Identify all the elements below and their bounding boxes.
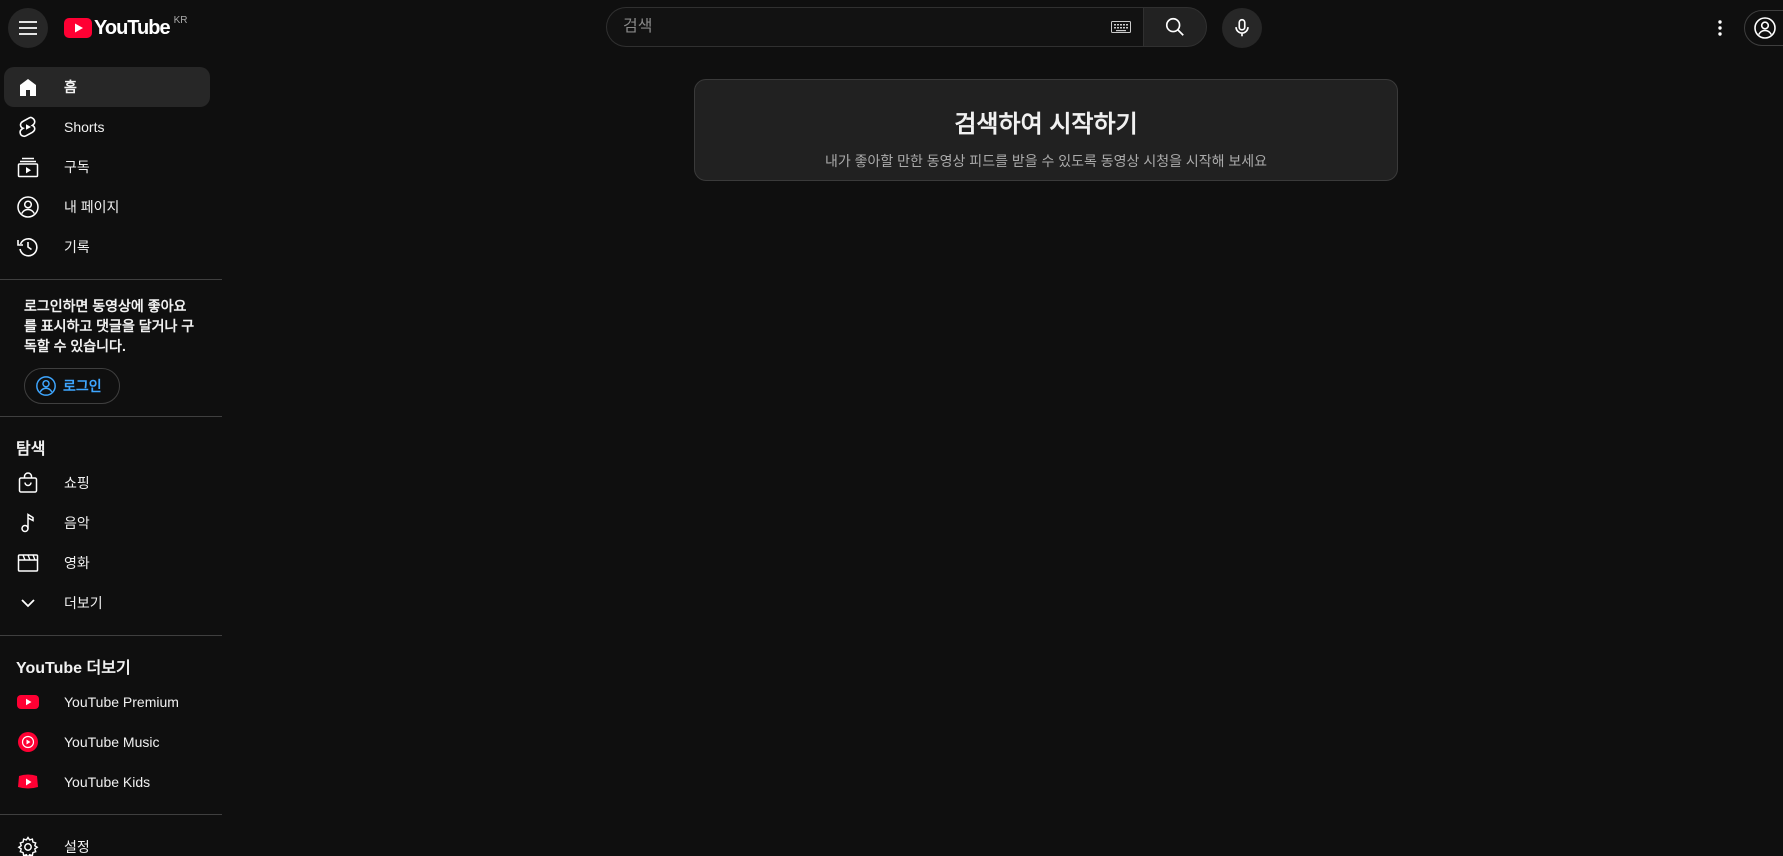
sidebar-item-label: 기록 — [64, 239, 90, 255]
sidebar-divider — [0, 635, 222, 636]
shopping-bag-icon — [16, 471, 40, 495]
youtube-play-icon — [64, 18, 92, 38]
sidebar-item-shopping[interactable]: 쇼핑 — [4, 463, 210, 503]
sidebar-divider — [0, 814, 222, 815]
sidebar-item-home[interactable]: 홈 — [4, 67, 210, 107]
account-signin-button[interactable] — [1744, 10, 1783, 46]
film-icon — [16, 551, 40, 575]
search-bar — [606, 7, 1207, 47]
sidebar-item-show-more[interactable]: 더보기 — [4, 583, 210, 623]
account-icon — [1754, 17, 1776, 39]
history-icon — [16, 235, 40, 259]
sidebar-item-label: YouTube Premium — [64, 694, 179, 710]
sidebar-item-youtube-kids[interactable]: YouTube Kids — [4, 762, 210, 802]
music-note-icon — [16, 511, 40, 535]
sidebar-item-label: 쇼핑 — [64, 475, 90, 491]
voice-search-button[interactable] — [1222, 8, 1262, 48]
subscriptions-icon — [16, 155, 40, 179]
sidebar-item-label: YouTube Kids — [64, 774, 151, 790]
sidebar-item-history[interactable]: 기록 — [4, 227, 210, 267]
sidebar-item-label: 홈 — [64, 79, 77, 95]
explore-section-title: 탐색 — [16, 441, 46, 458]
keyboard-icon[interactable] — [1111, 20, 1131, 34]
empty-feed-subtitle: 내가 좋아할 만한 동영상 피드를 받을 수 있도록 동영상 시청을 시작해 보… — [824, 153, 1268, 169]
sidebar-item-label: 내 페이지 — [64, 199, 120, 215]
sidebar-item-settings[interactable]: 설정 — [4, 827, 210, 856]
sidebar-item-my-page[interactable]: 내 페이지 — [4, 187, 210, 227]
search-input[interactable] — [623, 18, 1103, 36]
sidebar-item-movies[interactable]: 영화 — [4, 543, 210, 583]
empty-feed-title: 검색하여 시작하기 — [954, 111, 1138, 138]
sidebar-item-label: Shorts — [64, 119, 105, 135]
sidebar-item-label: 구독 — [64, 159, 90, 175]
more-from-youtube-title: YouTube 더보기 — [16, 660, 131, 677]
chevron-down-icon — [16, 591, 40, 615]
sidebar-divider — [0, 279, 222, 280]
sidebar-item-music[interactable]: 음악 — [4, 503, 210, 543]
more-vertical-icon — [1718, 20, 1722, 36]
signin-button[interactable]: 로그인 — [24, 368, 120, 404]
empty-feed-card: 검색하여 시작하기 내가 좋아할 만한 동영상 피드를 받을 수 있도록 동영상… — [694, 79, 1398, 181]
sidebar-item-label: 영화 — [64, 555, 90, 571]
gear-icon — [16, 835, 40, 856]
sidebar-item-label: YouTube Music — [64, 734, 160, 750]
sidebar-item-subscriptions[interactable]: 구독 — [4, 147, 210, 187]
main-content: 검색하여 시작하기 내가 좋아할 만한 동영상 피드를 받을 수 있도록 동영상… — [222, 56, 1783, 856]
guide-menu-button[interactable] — [8, 8, 48, 48]
microphone-icon — [1235, 18, 1249, 37]
country-code: KR — [173, 14, 188, 26]
youtube-logo[interactable]: YouTube KR — [64, 14, 188, 40]
shorts-icon — [16, 115, 40, 139]
sidebar-item-shorts[interactable]: Shorts — [4, 107, 210, 147]
search-button[interactable] — [1143, 7, 1207, 47]
hamburger-icon — [19, 21, 37, 35]
settings-menu-button[interactable] — [1700, 8, 1740, 48]
sidebar-item-youtube-premium[interactable]: YouTube Premium — [4, 682, 210, 722]
signin-prompt: 로그인하면 동영상에 좋아요를 표시하고 댓글을 달거나 구독할 수 있습니다. — [24, 298, 195, 354]
sidebar-item-label: 음악 — [64, 515, 90, 531]
sidebar-item-youtube-music[interactable]: YouTube Music — [4, 722, 210, 762]
account-icon — [35, 375, 57, 397]
sidebar-item-label: 더보기 — [64, 595, 103, 611]
top-bar: YouTube KR — [0, 0, 1783, 56]
youtube-music-icon — [16, 730, 40, 754]
sidebar-divider — [0, 416, 222, 417]
home-icon — [16, 75, 40, 99]
signin-button-label: 로그인 — [63, 378, 102, 394]
youtube-kids-icon — [16, 770, 40, 794]
sidebar-item-label: 설정 — [64, 839, 90, 855]
youtube-premium-icon — [16, 690, 40, 714]
search-box — [606, 7, 1143, 47]
logo-text: YouTube — [94, 16, 171, 39]
search-icon — [1165, 17, 1184, 36]
profile-icon — [16, 195, 40, 219]
guide-sidebar: 홈 Shorts 구독 내 페이지 기록 로그인하면 동영상에 좋아요를 표시하… — [0, 56, 222, 856]
